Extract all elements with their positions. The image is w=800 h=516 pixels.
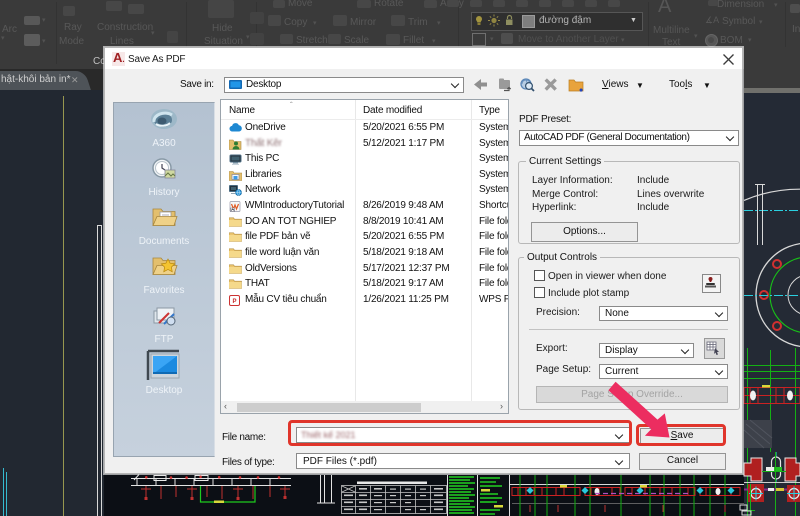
svg-text:P: P — [232, 299, 236, 305]
svg-text:Favorites: Favorites — [143, 285, 184, 296]
svg-text:FTP: FTP — [155, 334, 174, 345]
svg-text:Desktop: Desktop — [146, 385, 183, 396]
svg-text:A360: A360 — [152, 138, 176, 149]
svg-text:Documents: Documents — [139, 236, 190, 247]
svg-text:History: History — [148, 187, 179, 198]
